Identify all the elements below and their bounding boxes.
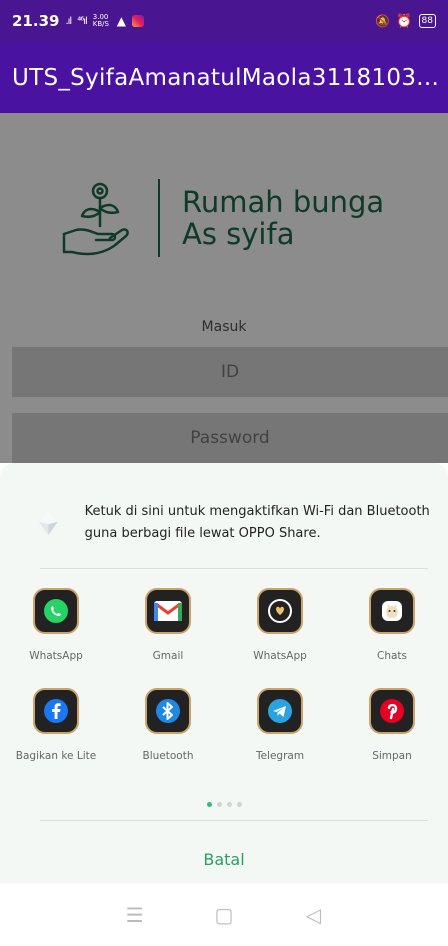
whatsapp-icon: [33, 588, 79, 634]
signal-4g-icon: ⁴⁶ıl: [77, 15, 88, 27]
bluetooth-icon: [145, 688, 191, 734]
status-time: 21.39: [12, 12, 60, 30]
chats-icon: [369, 588, 415, 634]
share-app-label: Chats: [376, 650, 407, 662]
page-dot: [216, 802, 222, 807]
battery-icon: 88: [418, 14, 436, 28]
share-app-label: Bluetooth: [142, 750, 194, 762]
oppo-share-text: Ketuk di sini untuk mengaktifkan Wi-Fi d…: [84, 504, 430, 541]
page-dot: [236, 802, 242, 807]
share-app-chats[interactable]: Chats: [336, 588, 448, 662]
alarm-icon: ⏰: [396, 13, 413, 29]
share-app-telegram[interactable]: Telegram: [224, 688, 336, 762]
telegram-icon: [257, 688, 303, 734]
cancel-button[interactable]: Batal: [0, 850, 448, 869]
share-app-whatsapp-alt[interactable]: WhatsApp: [224, 588, 336, 662]
page-indicator: [0, 802, 448, 807]
share-app-grid: WhatsApp Gmail WhatsApp Chats Bagikan ke…: [0, 588, 448, 762]
page-dot: [226, 802, 232, 807]
share-app-label: Bagikan ke Lite: [15, 750, 97, 762]
divider: [40, 568, 428, 569]
status-bar: 21.39 .ıl ⁴⁶ıl 3.00 KB/S ▲ 🔕 ⏰ 88: [0, 0, 448, 42]
divider: [40, 820, 428, 821]
share-app-gmail[interactable]: Gmail: [112, 588, 224, 662]
instagram-notification-icon: [132, 15, 145, 27]
gmail-icon: [145, 588, 191, 634]
mute-icon: 🔕: [375, 14, 391, 28]
share-app-facebook-lite[interactable]: Bagikan ke Lite: [0, 688, 112, 762]
whatsapp-business-icon: [257, 588, 303, 634]
share-app-bluetooth[interactable]: Bluetooth: [112, 688, 224, 762]
share-app-label: WhatsApp: [29, 650, 83, 662]
app-title: UTS_SyifaAmanatulMaola3118103...: [12, 64, 440, 91]
facebook-lite-icon: [33, 688, 79, 734]
share-app-label: Simpan: [372, 750, 412, 762]
share-app-pinterest[interactable]: Simpan: [336, 688, 448, 762]
signal-icon: .ıl: [65, 15, 72, 27]
share-app-label: Telegram: [255, 750, 305, 762]
page-dot-active: [206, 802, 212, 807]
recent-apps-icon[interactable]: ☰: [120, 903, 150, 927]
scrim-overlay[interactable]: [0, 113, 448, 463]
share-sheet: Ketuk di sini untuk mengaktifkan Wi-Fi d…: [0, 463, 448, 883]
share-app-whatsapp[interactable]: WhatsApp: [0, 588, 112, 662]
system-nav-bar: ☰ ▢ ◁: [0, 883, 448, 946]
notification-icon: ▲: [116, 14, 127, 28]
app-bar: UTS_SyifaAmanatulMaola3118103...: [0, 42, 448, 113]
pinterest-icon: [369, 688, 415, 734]
home-icon[interactable]: ▢: [209, 903, 239, 927]
share-app-label: Gmail: [152, 650, 184, 662]
share-app-label: WhatsApp: [253, 650, 307, 662]
oppo-share-hint[interactable]: Ketuk di sini untuk mengaktifkan Wi-Fi d…: [34, 493, 434, 553]
back-icon[interactable]: ◁: [298, 903, 328, 927]
oppo-share-icon: [38, 511, 58, 535]
network-speed: 3.00 KB/S: [92, 13, 109, 28]
